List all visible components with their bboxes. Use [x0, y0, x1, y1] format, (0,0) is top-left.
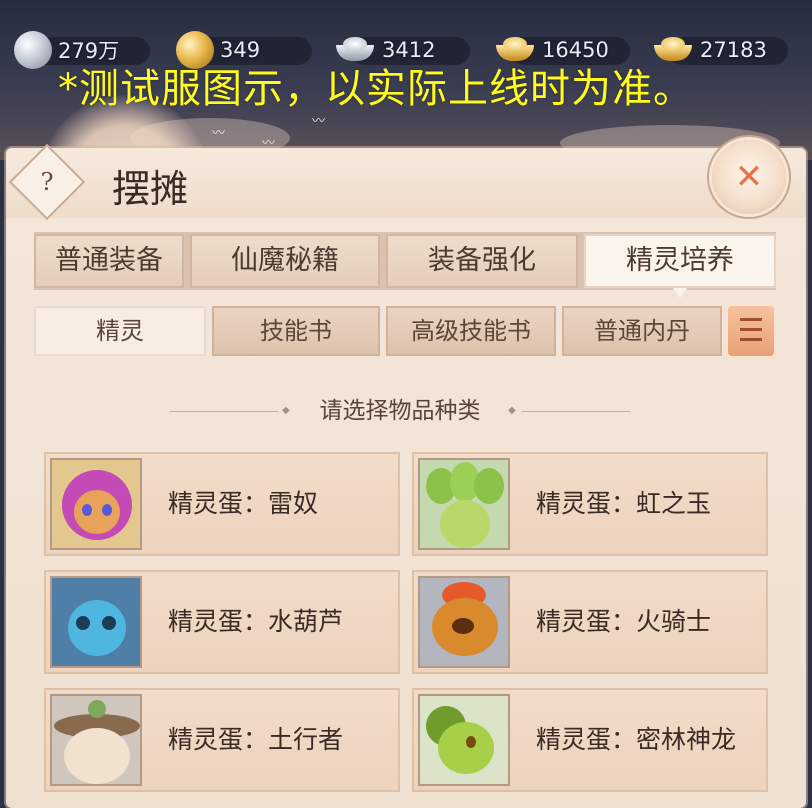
list-menu-button[interactable] — [726, 304, 776, 358]
menu-line — [740, 328, 762, 331]
item-card[interactable]: 精灵蛋：火骑士 — [412, 570, 768, 674]
silver-coin-icon — [14, 31, 52, 69]
currency-amount: 27183 — [700, 38, 767, 62]
pet-frog — [88, 700, 106, 718]
item-name: 精灵蛋：虹之玉 — [536, 489, 712, 518]
item-name: 精灵蛋：土行者 — [168, 725, 344, 754]
pet-eye — [102, 616, 116, 630]
pet-thumbnail-forest-dragon — [418, 694, 510, 786]
close-button[interactable]: ✕ — [712, 140, 786, 214]
item-card[interactable]: 精灵蛋：虹之玉 — [412, 452, 768, 556]
tab-equipment-enhance[interactable]: 装备强化 — [386, 234, 578, 288]
subtab-spirit[interactable]: 精灵 — [34, 306, 206, 365]
pet-eye — [82, 504, 92, 516]
item-card[interactable]: 精灵蛋：水葫芦 — [44, 570, 400, 674]
pet-eye — [76, 616, 90, 630]
pet-body — [68, 600, 126, 656]
menu-line — [740, 338, 762, 341]
pet-body — [64, 728, 130, 784]
subtab-skill-books[interactable]: 技能书 — [212, 306, 380, 356]
subcategory-tabs: 精灵 技能书 高级技能书 普通内丹 — [34, 306, 776, 365]
panel-title: 摆摊 — [112, 167, 189, 211]
pet-body — [440, 500, 490, 548]
pet-thumbnail-earth-walker — [50, 694, 142, 786]
pet-leaf — [474, 468, 504, 504]
section-divider: ◆ 请选择物品种类 ◆ — [170, 396, 630, 426]
pet-eye — [466, 736, 476, 748]
item-card[interactable]: 精灵蛋：雷奴 — [44, 452, 400, 556]
pet-thumbnail-fire-knight — [418, 576, 510, 668]
bird-decoration: 〰 — [212, 126, 226, 141]
subtab-advanced-skill-books[interactable]: 高级技能书 — [386, 306, 556, 356]
item-name: 精灵蛋：水葫芦 — [168, 607, 344, 636]
diamond-icon: ◆ — [508, 405, 516, 416]
tab-normal-equipment[interactable]: 普通装备 — [34, 234, 184, 288]
pet-thumbnail-water-gourd — [50, 576, 142, 668]
item-name: 精灵蛋：雷奴 — [168, 489, 319, 518]
pet-face — [74, 490, 120, 534]
divider-line — [522, 411, 630, 412]
question-mark-icon: ? — [40, 168, 54, 196]
pet-thumbnail-rainbow-jade — [418, 458, 510, 550]
pet-thumbnail-thunder — [50, 458, 142, 550]
tab-spirit-training[interactable]: 精灵培养 — [584, 234, 776, 298]
item-name: 精灵蛋：密林神龙 — [536, 725, 737, 754]
subtab-normal-core[interactable]: 普通内丹 — [562, 306, 722, 356]
item-card[interactable]: 精灵蛋：土行者 — [44, 688, 400, 792]
pet-head — [438, 722, 494, 774]
tab-secret-books[interactable]: 仙魔秘籍 — [190, 234, 380, 288]
category-tabs: 普通装备 仙魔秘籍 装备强化 精灵培养 — [34, 232, 776, 298]
pet-eye — [102, 504, 112, 516]
close-icon: ✕ — [734, 157, 764, 197]
menu-line — [740, 318, 762, 321]
item-name: 精灵蛋：火骑士 — [536, 607, 712, 636]
item-card[interactable]: 精灵蛋：密林神龙 — [412, 688, 768, 792]
test-server-notice: *测试服图示，以实际上线时为准。 — [58, 66, 694, 112]
pet-face — [452, 618, 474, 634]
